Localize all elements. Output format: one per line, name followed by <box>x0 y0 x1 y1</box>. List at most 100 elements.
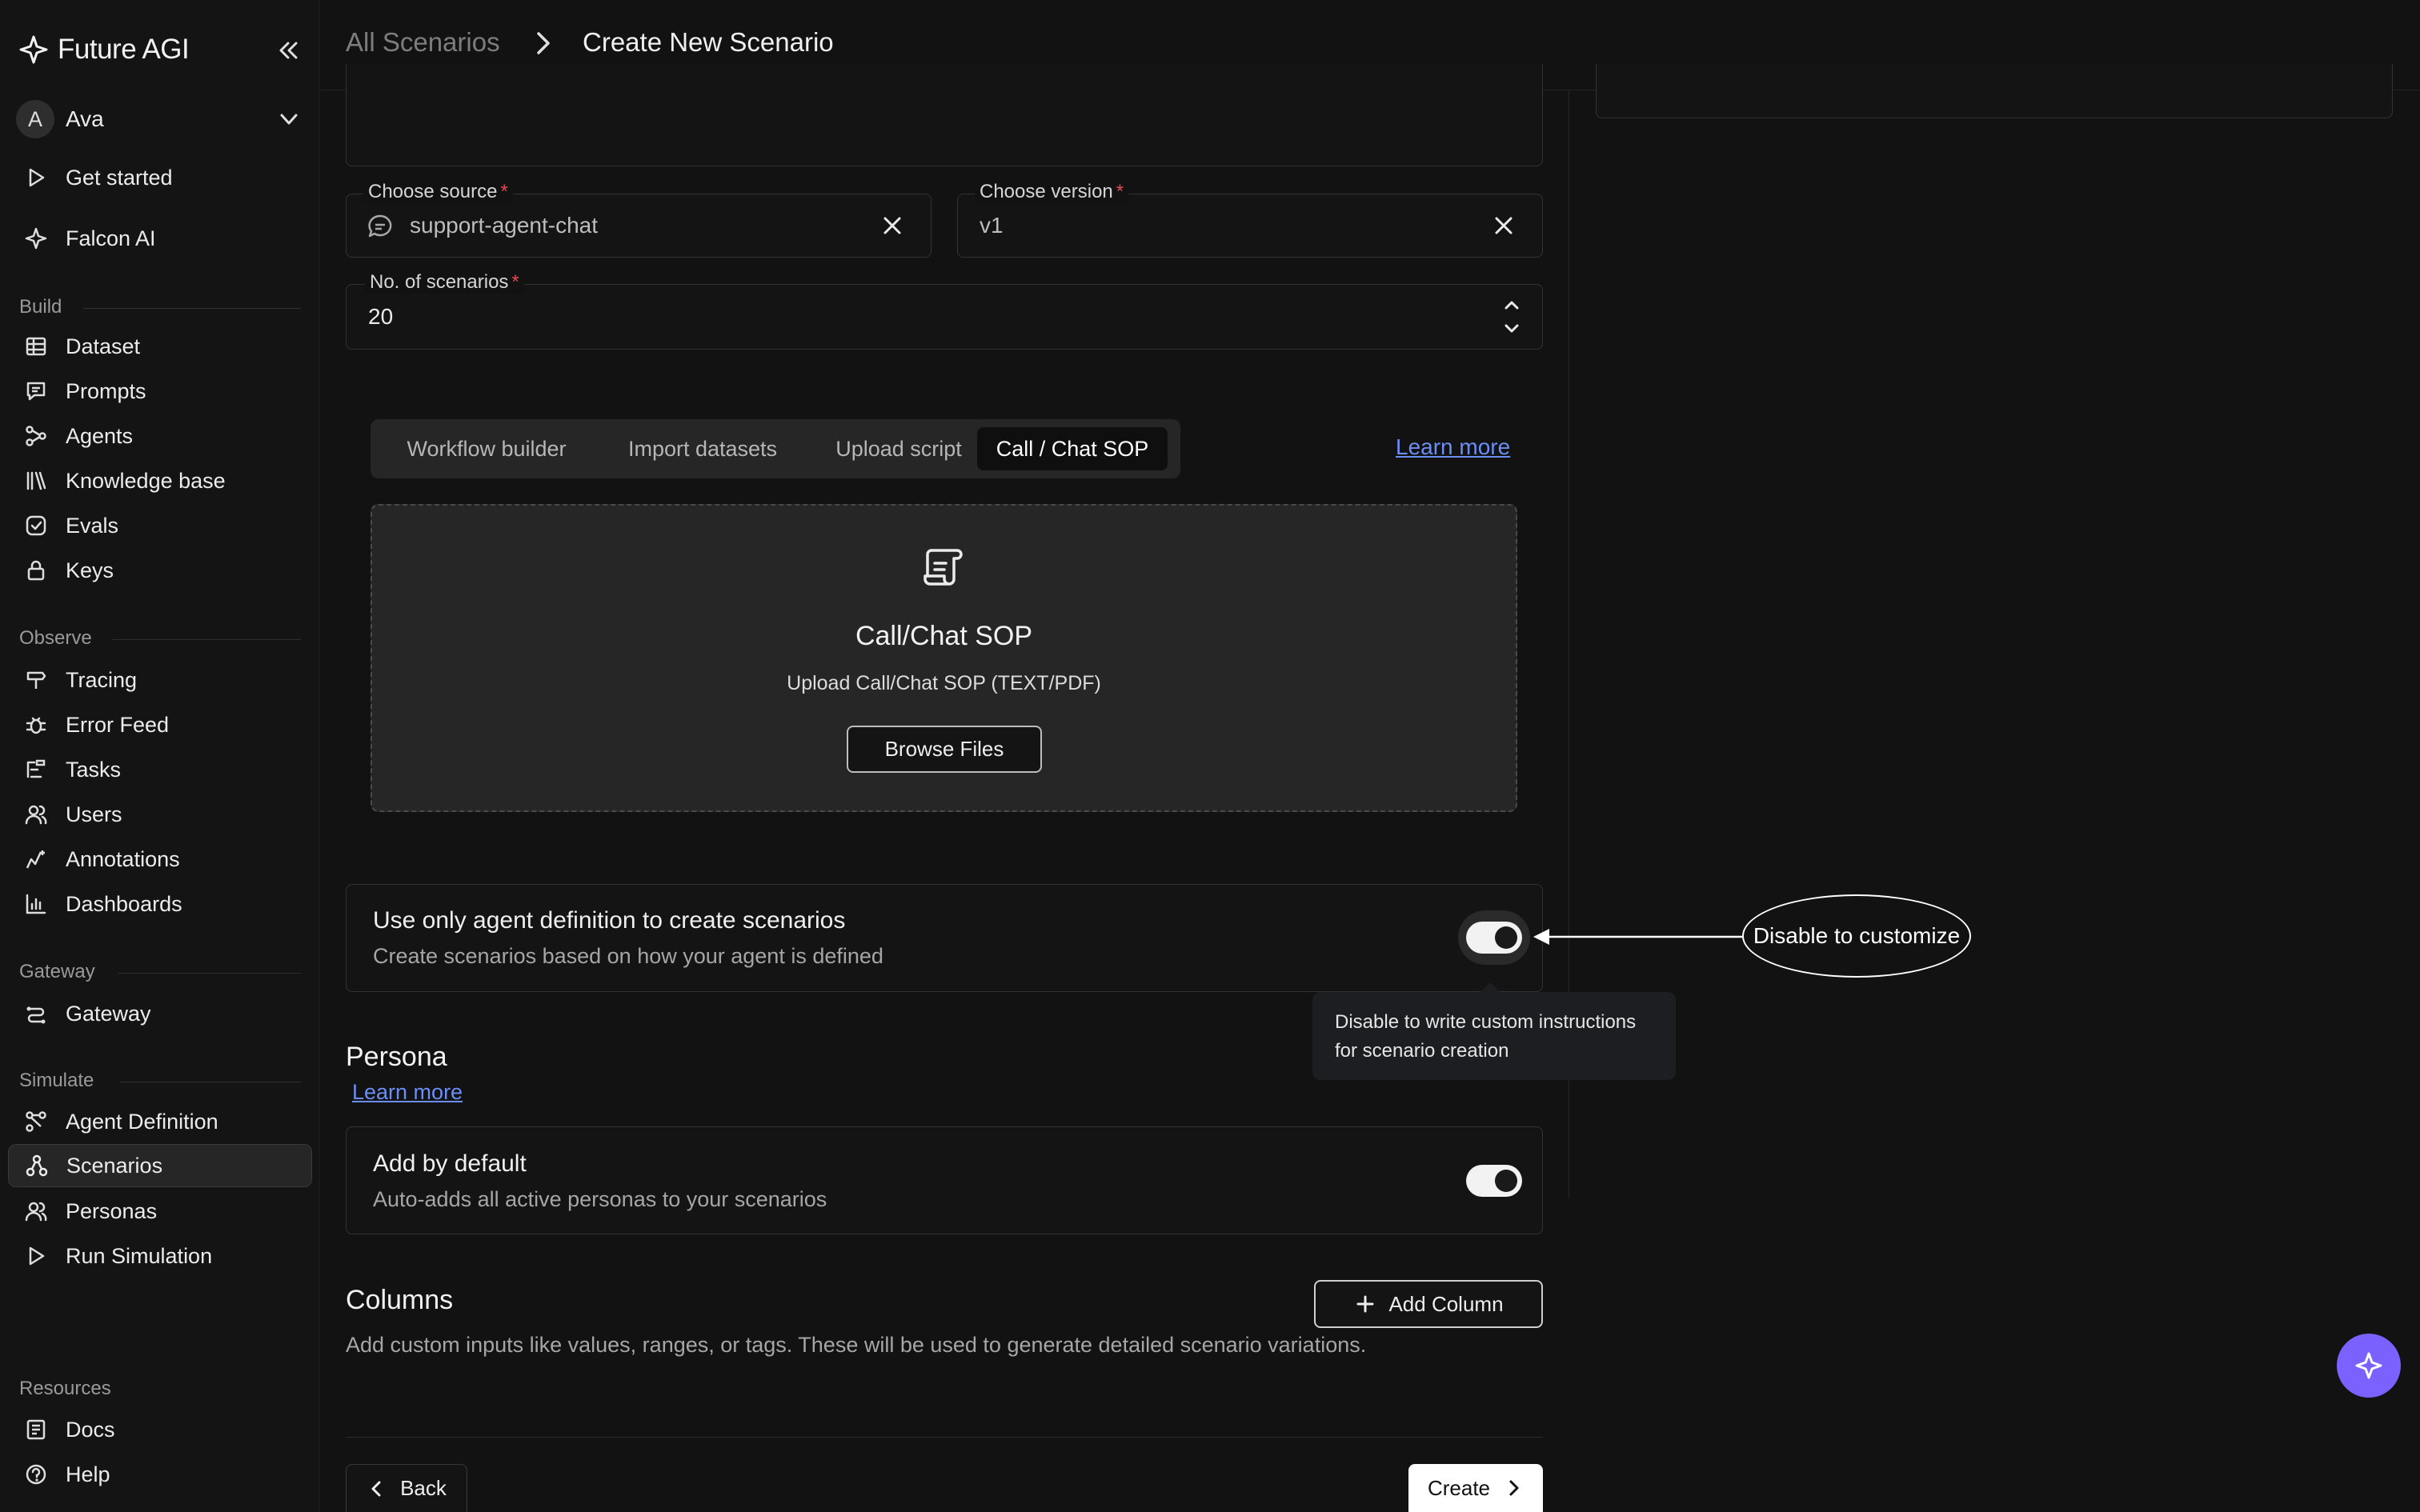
sidebar-item-run-simulation[interactable]: Run Simulation <box>8 1234 312 1278</box>
columns-description: Add custom inputs like values, ranges, o… <box>346 1333 1367 1357</box>
agent-definition-toggle[interactable] <box>1466 922 1522 954</box>
sidebar-item-label: Annotations <box>66 846 180 871</box>
prompt-icon <box>26 382 46 401</box>
agent-definition-subtitle: Create scenarios based on how your agent… <box>373 944 883 968</box>
create-button[interactable]: Create <box>1408 1464 1543 1512</box>
tasks-icon <box>26 759 46 778</box>
sidebar-item-keys[interactable]: Keys <box>8 549 312 592</box>
divider <box>112 639 301 640</box>
sidebar-item-agent-definition[interactable]: Agent Definition <box>8 1100 312 1143</box>
sidebar-item-label: Dataset <box>66 334 141 358</box>
back-label: Back <box>400 1476 447 1500</box>
sidebar-item-label: Gateway <box>66 1001 151 1026</box>
section-label-gateway: Gateway <box>19 961 95 982</box>
falcon-icon <box>25 227 47 250</box>
tab-upload-script[interactable]: Upload script <box>811 427 987 470</box>
sidebar-item-agents[interactable]: Agents <box>8 414 312 458</box>
sidebar-item-help[interactable]: Help <box>8 1453 312 1496</box>
sidebar-item-label: Tasks <box>66 757 122 782</box>
choose-source-value: support-agent-chat <box>410 213 599 238</box>
user-name: Ava <box>66 106 104 131</box>
scenario-count-value: 20 <box>368 304 394 329</box>
breadcrumb-parent[interactable]: All Scenarios <box>346 27 500 58</box>
persona-heading: Persona <box>346 1042 447 1072</box>
plus-icon <box>1356 1295 1374 1313</box>
sidebar-item-label: Users <box>66 802 122 826</box>
sidebar-item-get-started[interactable]: Get started <box>8 156 312 199</box>
sidebar-item-label: Help <box>66 1462 110 1486</box>
sidebar-item-falcon-ai[interactable]: Falcon AI <box>8 217 312 260</box>
browse-files-button[interactable]: Browse Files <box>847 726 1042 773</box>
table-icon <box>26 337 46 356</box>
clear-source-icon[interactable] <box>879 212 906 239</box>
sidebar-item-label: Scenarios <box>66 1153 163 1178</box>
choose-version-value: v1 <box>980 213 1004 238</box>
sidebar-item-evals[interactable]: Evals <box>8 504 312 547</box>
section-label-observe: Observe <box>19 627 92 649</box>
sidebar-item-label: Knowledge base <box>66 468 226 493</box>
divider <box>83 308 301 309</box>
sidebar-item-dataset[interactable]: Dataset <box>8 325 312 368</box>
add-by-default-card <box>346 1126 1543 1234</box>
sidebar-item-personas[interactable]: Personas <box>8 1190 312 1233</box>
double-chevron-left-icon <box>279 42 298 59</box>
sidebar-item-prompts[interactable]: Prompts <box>8 370 312 413</box>
tab-workflow-builder[interactable]: Workflow builder <box>379 427 595 470</box>
sidebar-item-label: Personas <box>66 1198 158 1223</box>
docs-icon <box>26 1419 46 1440</box>
choose-version-label: Choose version * <box>975 181 1129 203</box>
bug-icon <box>26 717 46 734</box>
annotation-arrow <box>1533 929 1743 945</box>
sidebar-item-label: Get started <box>66 165 173 190</box>
tab-import-datasets[interactable]: Import datasets <box>603 427 803 470</box>
sidebar-item-users[interactable]: Users <box>8 793 312 836</box>
sidebar-item-label: Keys <box>66 558 114 582</box>
annotation-callout: Disable to customize <box>1742 894 1971 978</box>
sidebar-item-error-feed[interactable]: Error Feed <box>8 703 312 746</box>
add-column-button[interactable]: Add Column <box>1314 1280 1543 1328</box>
sop-upload-title: Call/Chat SOP <box>855 621 1033 651</box>
sidebar-item-tasks[interactable]: Tasks <box>8 748 312 791</box>
page-title: Create New Scenario <box>583 27 834 57</box>
stepper-icon[interactable] <box>1500 294 1524 339</box>
footer-divider <box>346 1437 1543 1438</box>
scenario-count-label: No. of scenarios * <box>365 271 524 294</box>
persona-learn-more-link[interactable]: Learn more <box>352 1080 463 1105</box>
assistant-fab[interactable] <box>2337 1334 2401 1398</box>
sidebar-item-docs[interactable]: Docs <box>8 1408 312 1451</box>
description-textarea[interactable] <box>346 64 1543 166</box>
tabs-learn-more-link[interactable]: Learn more <box>1396 434 1510 460</box>
choose-version-select[interactable] <box>957 194 1543 258</box>
sidebar-item-label: Error Feed <box>66 712 170 737</box>
divider <box>118 973 301 974</box>
sidebar-item-label: Tracing <box>66 667 138 692</box>
check-circle-icon <box>26 515 46 536</box>
sidebar-item-gateway[interactable]: Gateway <box>8 992 312 1035</box>
sidebar-item-label: Dashboards <box>66 891 182 916</box>
chat-bubble-icon <box>368 214 392 238</box>
logo-icon <box>19 35 48 64</box>
sidebar-item-label: Agent Definition <box>66 1109 218 1134</box>
add-by-default-title: Add by default <box>373 1150 527 1177</box>
signpost-icon <box>26 671 46 689</box>
sidebar-item-annotations[interactable]: Annotations <box>8 838 312 881</box>
sidebar-item-label: Prompts <box>66 378 146 403</box>
sidebar-item-knowledge-base[interactable]: Knowledge base <box>8 459 312 502</box>
sidebar-item-scenarios[interactable]: Scenarios <box>8 1144 312 1187</box>
add-by-default-toggle[interactable] <box>1466 1165 1522 1197</box>
sidebar: Future AGI A Ava Get started Falcon AI B… <box>0 0 320 1512</box>
user-switcher[interactable]: A Ava <box>16 99 304 139</box>
app-logo[interactable]: Future AGI <box>19 34 190 66</box>
tab-call-chat-sop[interactable]: Call / Chat SOP <box>977 427 1168 470</box>
flow-icon <box>26 1111 46 1132</box>
sidebar-item-dashboards[interactable]: Dashboards <box>8 882 312 926</box>
sidebar-item-tracing[interactable]: Tracing <box>8 658 312 702</box>
section-label-simulate: Simulate <box>19 1070 94 1091</box>
play-icon <box>29 168 45 187</box>
sidebar-item-label: Run Simulation <box>66 1243 213 1268</box>
collapse-sidebar-button[interactable] <box>274 37 302 64</box>
clear-version-icon[interactable] <box>1490 212 1517 239</box>
app-name: Future AGI <box>58 34 190 65</box>
scenario-count-input[interactable] <box>346 284 1543 350</box>
back-button[interactable]: Back <box>346 1464 467 1512</box>
